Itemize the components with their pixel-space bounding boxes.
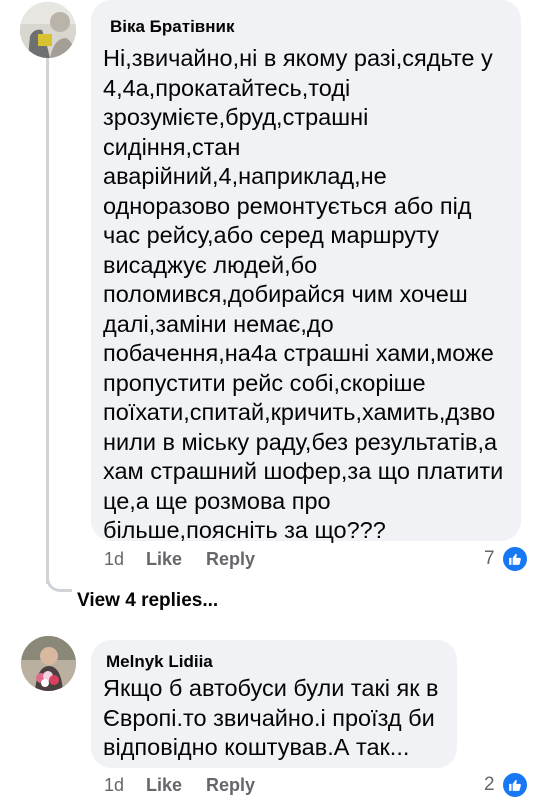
thread-line bbox=[46, 58, 49, 584]
avatar[interactable] bbox=[20, 2, 76, 58]
thumbs-up-icon bbox=[501, 771, 529, 799]
profile-photo-icon bbox=[21, 636, 76, 691]
thread-connector bbox=[46, 560, 72, 592]
reply-button[interactable]: Reply bbox=[206, 775, 255, 796]
like-button[interactable]: Like bbox=[146, 775, 182, 796]
comment-time[interactable]: 1d bbox=[104, 549, 124, 570]
reply-button[interactable]: Reply bbox=[206, 549, 255, 570]
avatar[interactable] bbox=[21, 636, 76, 691]
thumbs-up-icon bbox=[501, 545, 529, 573]
reaction-count[interactable]: 7 bbox=[484, 548, 495, 570]
like-button[interactable]: Like bbox=[146, 549, 182, 570]
comment-text: Якщо б автобуси були такі як в Європі.то… bbox=[103, 675, 439, 760]
view-replies-link[interactable]: View 4 replies... bbox=[77, 590, 218, 612]
profile-photo-icon bbox=[20, 2, 76, 58]
comment-author[interactable]: Melnyk Lidiia bbox=[106, 652, 213, 672]
comment-author[interactable]: Віка Братівник bbox=[110, 17, 234, 37]
comment-text: Ні,звичайно,ні в якому разі,сядьте у 4,4… bbox=[103, 45, 504, 543]
comment-time[interactable]: 1d bbox=[104, 775, 124, 796]
reaction-count[interactable]: 2 bbox=[484, 774, 495, 796]
